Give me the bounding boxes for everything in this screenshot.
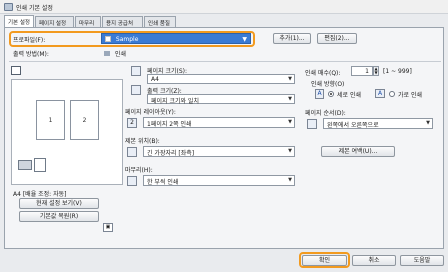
layout-2up-icon: 2 [127,118,137,128]
preview-page-number: 1 [48,117,53,124]
restore-defaults-button[interactable]: 기본값 복원(R) [19,211,99,222]
preview-page-1: 1 [36,100,65,140]
profile-select[interactable]: Sample ▼ [101,33,251,44]
page-size-icon [131,66,141,76]
chevron-down-icon: ▼ [288,148,292,154]
add-profile-button[interactable]: 추가(1)... [273,33,311,44]
preview-page-number: 2 [82,117,87,124]
portrait-radio[interactable] [328,91,334,97]
preview-page-2: 2 [70,100,99,140]
printer-icon [4,3,13,11]
page-layout-select[interactable]: 1페이지 2쪽 인쇄 ▼ [143,117,295,128]
page-order-icon [307,119,317,129]
copies-label: 인쇄 매수(Q): [305,70,341,77]
binding-icon [127,147,137,157]
collate-icon [127,176,137,186]
divider [9,61,441,62]
landscape-radio[interactable] [389,91,395,97]
output-value: 인쇄 [114,51,126,58]
ok-button[interactable]: 확인 [302,255,347,266]
output-size-value: 페이지 크기와 일치 [151,98,199,105]
chevron-down-icon: ▼ [288,76,292,82]
stack-icon [34,158,46,172]
copies-range: [1 ~ 999] [383,68,412,75]
printer-icon [18,160,32,170]
chevron-down-icon: ▼ [242,36,247,43]
chevron-down-icon: ▼ [288,119,292,125]
orientation-label: 인쇄 방향(O) [311,81,345,88]
binding-select[interactable]: 긴 가장자리 [좌측] ▼ [143,146,295,157]
portrait-icon: A [315,89,324,99]
edit-profile-button[interactable]: 편집(2)... [317,33,357,44]
chevron-down-icon: ▼ [288,177,292,183]
help-button[interactable]: 도움말 [400,255,444,266]
title-bar: 인쇄 기본 설정 [0,0,448,14]
page-order-label: 페이지 순서(D): [305,110,346,117]
settings-panel: 프로파일(F): Sample ▼ 추가(1)... 편집(2)... 출력 방… [4,27,444,249]
landscape-icon: A [375,89,385,98]
window-title: 인쇄 기본 설정 [16,5,53,12]
page-layout-label: 페이지 레이아웃(Y): [125,109,176,116]
cancel-button[interactable]: 취소 [352,255,396,266]
output-size-icon [131,85,141,95]
page-order-select[interactable]: 왼쪽에서 오른쪽으로 ▼ [323,118,433,129]
page-preview: 1 2 [11,79,123,185]
copies-stepper[interactable]: ▲ ▼ [373,66,379,76]
view-settings-button[interactable]: 현재 설정 보기(V) [19,198,99,209]
portrait-label: 세로 인쇄 [337,92,361,99]
binding-label: 제본 위치(B): [125,138,160,145]
page-size-select[interactable]: A4 ▼ [147,74,295,84]
chevron-down-icon: ▼ [288,96,292,102]
binding-value: 긴 가장자리 [좌측] [147,150,195,157]
page-order-value: 왼쪽에서 오른쪽으로 [327,122,379,129]
copies-input[interactable]: 1 [351,66,373,76]
finishing-value: 한 부씩 인쇄 [147,179,179,186]
output-label: 출력 방법(M): [13,51,49,58]
chevron-down-icon: ▼ [426,120,430,126]
binding-margin-button[interactable]: 제본 여백(U)... [321,146,395,157]
page-layout-value: 1페이지 2쪽 인쇄 [147,121,192,128]
printer-icon [104,51,110,56]
finishing-label: 마무리(H): [125,167,153,174]
page-size-value: A4 [151,76,159,83]
preview-toggle-icon[interactable] [11,66,21,76]
info-icon[interactable]: ▣ [103,223,113,232]
finishing-select[interactable]: 한 부씩 인쇄 ▼ [143,175,295,186]
profile-value: Sample [115,36,139,43]
landscape-label: 가로 인쇄 [398,92,422,99]
profile-icon [105,36,111,42]
preview-caption: A4 [배율 조정: 자동] [13,191,67,198]
output-method-select[interactable]: 인쇄 [101,48,253,58]
output-size-select[interactable]: 페이지 크기와 일치 ▼ [147,94,295,105]
